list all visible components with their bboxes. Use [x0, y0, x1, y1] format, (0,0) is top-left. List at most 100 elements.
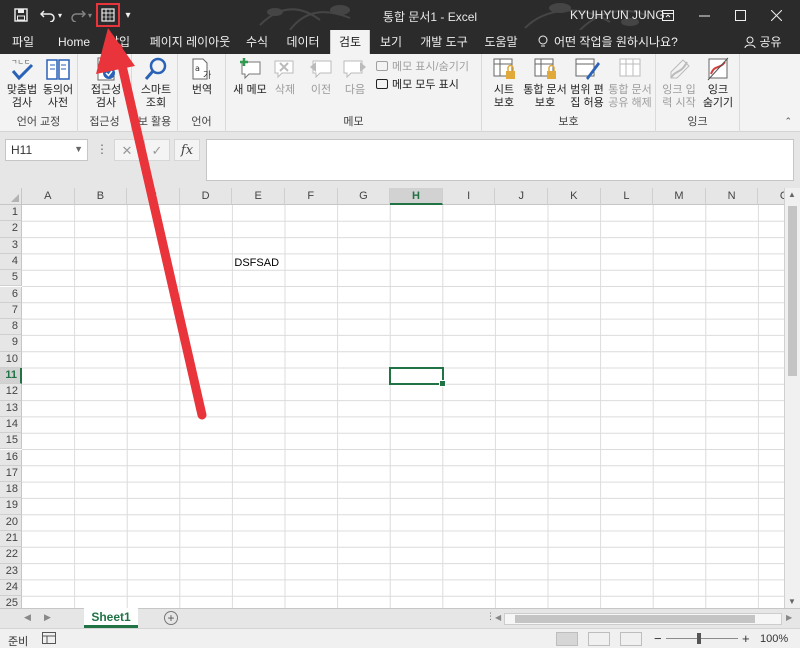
- undo-dropdown-icon[interactable]: ▾: [58, 11, 62, 20]
- thesaurus-button[interactable]: 동의어 사전: [40, 56, 76, 110]
- column-header-f[interactable]: F: [285, 188, 338, 205]
- translate-button[interactable]: a가 번역: [184, 56, 220, 97]
- protect-sheet-button[interactable]: 시트 보호: [486, 56, 522, 110]
- undo-icon[interactable]: ▾: [38, 4, 64, 26]
- column-header-k[interactable]: K: [548, 188, 601, 205]
- row-header-24[interactable]: 24: [0, 579, 22, 597]
- row-header-18[interactable]: 18: [0, 482, 22, 499]
- tab-view[interactable]: 보기: [374, 30, 408, 54]
- previous-sheet-icon[interactable]: ◀: [24, 612, 31, 623]
- row-header-5[interactable]: 5: [0, 270, 22, 287]
- formula-input[interactable]: [206, 139, 794, 181]
- worksheet-grid[interactable]: ABCDEFGHIJKLMNO 123456789101112131415161…: [0, 188, 800, 608]
- tab-review[interactable]: 검토: [330, 30, 370, 54]
- row-header-23[interactable]: 23: [0, 563, 22, 580]
- zoom-level[interactable]: 100%: [760, 633, 788, 645]
- column-header-c[interactable]: C: [127, 188, 180, 205]
- tab-file[interactable]: 파일: [6, 30, 40, 54]
- page-layout-view-icon[interactable]: [588, 632, 610, 646]
- column-header-i[interactable]: I: [442, 188, 496, 205]
- unshare-workbook-button[interactable]: 통합 문서 공유 해제: [606, 56, 654, 110]
- freeze-panes-quick-access-icon[interactable]: [96, 3, 120, 27]
- tell-me-box[interactable]: 어떤 작업을 원하시나요?: [538, 30, 688, 54]
- scroll-right-icon[interactable]: ▶: [786, 613, 792, 622]
- column-header-l[interactable]: L: [600, 188, 654, 205]
- row-header-8[interactable]: 8: [0, 319, 22, 336]
- save-icon[interactable]: [10, 4, 32, 26]
- row-header-20[interactable]: 20: [0, 514, 22, 531]
- cell-e4[interactable]: DSFSAD: [232, 255, 279, 271]
- new-comment-button[interactable]: 새 메모: [230, 56, 270, 97]
- minimize-icon[interactable]: [686, 0, 722, 30]
- new-sheet-button[interactable]: +: [164, 611, 178, 625]
- show-all-comments-button[interactable]: 메모 모두 표시: [376, 76, 459, 92]
- row-header-22[interactable]: 22: [0, 547, 22, 564]
- vertical-scrollbar[interactable]: ▲ ▼: [784, 188, 800, 608]
- select-all-button[interactable]: [0, 188, 22, 205]
- column-header-n[interactable]: N: [705, 188, 759, 205]
- row-header-25[interactable]: 25: [0, 596, 22, 608]
- sheet-tab-sheet1[interactable]: Sheet1: [84, 608, 138, 628]
- tab-formulas[interactable]: 수식: [238, 30, 276, 54]
- smart-lookup-button[interactable]: 스마트 조회: [136, 56, 176, 110]
- protect-workbook-button[interactable]: 통합 문서 보호: [522, 56, 568, 110]
- delete-comment-button[interactable]: 삭제: [270, 56, 300, 97]
- column-header-h[interactable]: H: [390, 188, 443, 205]
- row-header-21[interactable]: 21: [0, 531, 22, 548]
- row-header-7[interactable]: 7: [0, 302, 22, 320]
- insert-function-button[interactable]: fx: [174, 139, 200, 161]
- column-header-g[interactable]: G: [337, 188, 391, 205]
- check-accessibility-button[interactable]: 접근성 검사: [86, 56, 126, 110]
- tab-insert[interactable]: 삽입: [100, 30, 138, 54]
- collapse-ribbon-icon[interactable]: ⌃: [784, 116, 792, 127]
- customize-quick-access-icon[interactable]: ▾: [122, 4, 134, 26]
- row-header-4[interactable]: 4: [0, 253, 22, 271]
- tab-help[interactable]: 도움말: [478, 30, 524, 54]
- tab-split-icon[interactable]: ⋮: [486, 611, 495, 622]
- row-header-10[interactable]: 10: [0, 351, 22, 368]
- tab-data[interactable]: 데이터: [280, 30, 326, 54]
- column-header-a[interactable]: A: [22, 188, 75, 205]
- row-header-3[interactable]: 3: [0, 237, 22, 254]
- macro-record-icon[interactable]: [42, 632, 56, 647]
- row-header-15[interactable]: 15: [0, 433, 22, 450]
- next-sheet-icon[interactable]: ▶: [44, 612, 51, 623]
- zoom-in-button[interactable]: +: [742, 631, 750, 646]
- tab-developer[interactable]: 개발 도구: [412, 30, 476, 54]
- scroll-up-icon[interactable]: ▲: [788, 190, 796, 199]
- more-options-icon[interactable]: ⋮: [96, 142, 108, 156]
- zoom-out-button[interactable]: −: [654, 631, 662, 646]
- column-header-d[interactable]: D: [179, 188, 233, 205]
- row-header-17[interactable]: 17: [0, 465, 22, 483]
- row-header-2[interactable]: 2: [0, 221, 22, 238]
- enter-entry-button[interactable]: ✓: [144, 139, 170, 161]
- name-box[interactable]: H11 ▼: [5, 139, 88, 161]
- next-comment-button[interactable]: 다음: [340, 56, 370, 97]
- close-icon[interactable]: [758, 0, 794, 30]
- tab-page-layout[interactable]: 페이지 레이아웃: [142, 30, 238, 54]
- allow-edit-ranges-button[interactable]: 범위 편 집 허용: [568, 56, 606, 110]
- scroll-left-icon[interactable]: ◀: [495, 613, 501, 622]
- row-header-16[interactable]: 16: [0, 449, 22, 466]
- cancel-entry-button[interactable]: ✕: [114, 139, 140, 161]
- active-cell-selection[interactable]: [389, 367, 446, 388]
- column-header-b[interactable]: B: [74, 188, 128, 205]
- row-header-11[interactable]: 11: [0, 368, 22, 385]
- zoom-slider[interactable]: [666, 638, 738, 639]
- vertical-scroll-thumb[interactable]: [788, 206, 797, 376]
- horizontal-scrollbar[interactable]: [504, 613, 782, 625]
- scroll-down-icon[interactable]: ▼: [788, 597, 796, 606]
- tab-home[interactable]: Home: [52, 30, 96, 54]
- column-header-e[interactable]: E: [232, 188, 285, 205]
- hide-ink-button[interactable]: 잉크 숨기기: [698, 56, 738, 110]
- horizontal-scroll-thumb[interactable]: [515, 615, 755, 623]
- zoom-slider-thumb[interactable]: [697, 633, 701, 644]
- previous-comment-button[interactable]: 이전: [306, 56, 336, 97]
- share-button[interactable]: 공유: [740, 30, 786, 54]
- maximize-icon[interactable]: [722, 0, 758, 30]
- chevron-down-icon[interactable]: ▼: [74, 144, 83, 154]
- row-header-19[interactable]: 19: [0, 498, 22, 515]
- redo-icon[interactable]: ▾: [68, 4, 94, 26]
- column-header-m[interactable]: M: [653, 188, 706, 205]
- row-header-6[interactable]: 6: [0, 286, 22, 303]
